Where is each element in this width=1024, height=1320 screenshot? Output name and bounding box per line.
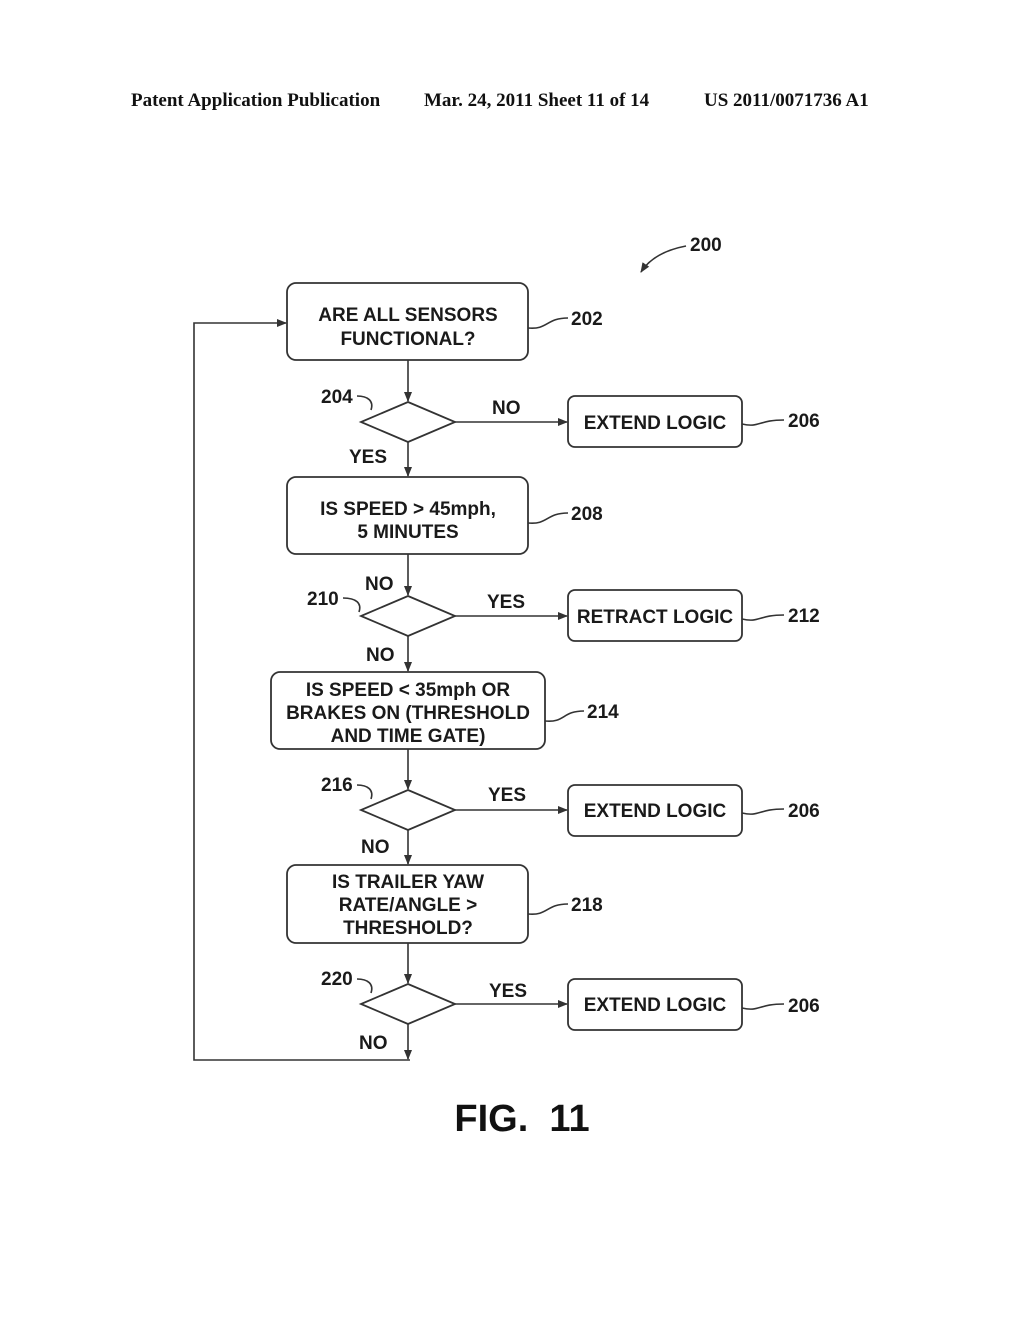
leader-220 [356, 978, 373, 994]
ref-200-group: 200 [640, 235, 722, 273]
step-202-line-2: FUNCTIONAL? [340, 329, 475, 350]
label-210-no: NO [366, 645, 395, 666]
extend-logic-label: EXTEND LOGIC [584, 413, 727, 434]
diamond-216 [358, 789, 458, 831]
decision-204: 204 NO YES [321, 387, 568, 468]
ref-206: 206 [788, 801, 820, 822]
side-box-206-c: EXTEND LOGIC 206 [567, 978, 820, 1031]
leader-208 [527, 512, 569, 524]
step-202: ARE ALL SENSORS FUNCTIONAL? 202 [286, 282, 603, 361]
ref-212: 212 [788, 606, 820, 627]
label-204-yes: YES [349, 447, 387, 468]
label-210-in-no: NO [365, 574, 394, 595]
leader-206-b [741, 808, 785, 815]
leader-210 [342, 597, 361, 613]
ref-206: 206 [788, 996, 820, 1017]
ref-210: 210 [307, 589, 339, 610]
step-218-line-3: THRESHOLD? [343, 918, 473, 939]
step-208-line-2: 5 MINUTES [357, 522, 458, 543]
ref-200: 200 [690, 235, 722, 256]
leader-202 [527, 317, 569, 329]
retract-logic-label: RETRACT LOGIC [577, 607, 733, 628]
leader-216 [356, 784, 373, 800]
ref-218: 218 [571, 895, 603, 916]
step-208: IS SPEED > 45mph, 5 MINUTES 208 [286, 476, 603, 555]
extend-logic-label: EXTEND LOGIC [584, 801, 727, 822]
label-216-no: NO [361, 837, 390, 858]
step-214-line-1: IS SPEED < 35mph OR [306, 680, 511, 701]
ref-204: 204 [321, 387, 353, 408]
step-218-line-1: IS TRAILER YAW [332, 872, 484, 893]
diamond-220 [358, 983, 458, 1025]
step-202-line-1: ARE ALL SENSORS [318, 305, 497, 326]
ref-202: 202 [571, 309, 603, 330]
label-204-no: NO [492, 398, 521, 419]
extend-logic-label: EXTEND LOGIC [584, 995, 727, 1016]
ref-208: 208 [571, 504, 603, 525]
diamond-204 [358, 401, 458, 443]
step-208-line-1: IS SPEED > 45mph, [320, 499, 496, 520]
ref-206: 206 [788, 411, 820, 432]
side-box-206-b: EXTEND LOGIC 206 [567, 784, 820, 837]
label-220-no: NO [359, 1033, 388, 1054]
leader-206-a [741, 419, 785, 426]
step-218-line-2: RATE/ANGLE > [339, 895, 477, 916]
leader-214 [544, 710, 585, 722]
ref-214: 214 [587, 702, 619, 723]
decision-220: 220 YES NO [321, 969, 568, 1054]
label-220-yes: YES [489, 981, 527, 1002]
label-216-yes: YES [488, 785, 526, 806]
ref-200-arrow [640, 245, 687, 273]
label-210-yes: YES [487, 592, 525, 613]
step-218: IS TRAILER YAW RATE/ANGLE > THRESHOLD? 2… [286, 864, 603, 944]
ref-216: 216 [321, 775, 353, 796]
leader-206-c [741, 1003, 785, 1010]
step-214: IS SPEED < 35mph OR BRAKES ON (THRESHOLD… [270, 671, 619, 750]
decision-210: 210 YES NO [307, 589, 568, 666]
diamond-210 [358, 595, 458, 637]
side-box-212: RETRACT LOGIC 212 [567, 589, 820, 642]
step-214-line-3: AND TIME GATE) [331, 726, 486, 747]
flowchart: 200 ARE ALL SENSORS FUNCTIONAL? 202 204 … [193, 235, 820, 1140]
step-214-line-2: BRAKES ON (THRESHOLD [286, 703, 530, 724]
decision-216: 216 YES NO [321, 775, 568, 858]
figure-label: FIG. 11 [454, 1098, 589, 1140]
leader-212 [741, 614, 785, 621]
leader-218 [527, 903, 569, 915]
side-box-206-a: EXTEND LOGIC 206 [567, 395, 820, 448]
leader-204 [356, 395, 373, 411]
ref-220: 220 [321, 969, 353, 990]
